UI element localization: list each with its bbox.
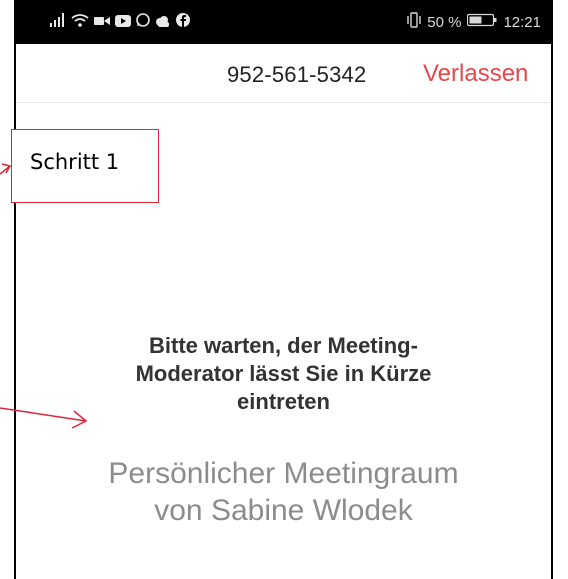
facebook-icon [176, 13, 190, 32]
waiting-message-line: Bitte warten, der Meeting- [149, 333, 418, 358]
annotation-label: Schritt 1 [30, 150, 120, 174]
signal-icon [50, 13, 66, 32]
cloud-icon [155, 14, 171, 32]
youtube-icon [115, 14, 131, 32]
status-bar-left [50, 13, 190, 32]
annotation-arrow-top [0, 165, 11, 175]
video-icon [94, 14, 110, 32]
status-bar-right: 50 % 12:21 [407, 12, 541, 32]
waiting-message-line: eintreten [237, 389, 330, 414]
leave-button[interactable]: Verlassen [423, 60, 528, 88]
status-bar: 50 % 12:21 [16, 0, 551, 44]
whatsapp-icon [136, 13, 150, 32]
meeting-room-line: Persönlicher Meetingraum [108, 457, 459, 490]
meeting-room-line: von Sabine Wlodek [154, 494, 413, 527]
wifi-icon [71, 13, 89, 32]
battery-icon [467, 13, 497, 31]
annotation-callout: Schritt 1 [11, 129, 159, 203]
vibrate-icon [407, 12, 421, 32]
frame-right-border [551, 0, 553, 579]
meeting-room-name: Persönlicher Meetingraum von Sabine Wlod… [16, 455, 551, 529]
clock: 12:21 [503, 13, 541, 31]
phone-screen: 50 % 12:21 952-561-5342 Verlassen Bitte … [16, 0, 551, 579]
waiting-message: Bitte warten, der Meeting- Moderator läs… [16, 332, 551, 416]
meeting-id: 952-561-5342 [227, 62, 367, 87]
waiting-message-line: Moderator lässt Sie in Kürze [135, 361, 432, 386]
meeting-header: 952-561-5342 Verlassen [16, 44, 551, 103]
annotation-arrowhead-top [1, 163, 12, 174]
battery-percent: 50 % [427, 13, 462, 31]
